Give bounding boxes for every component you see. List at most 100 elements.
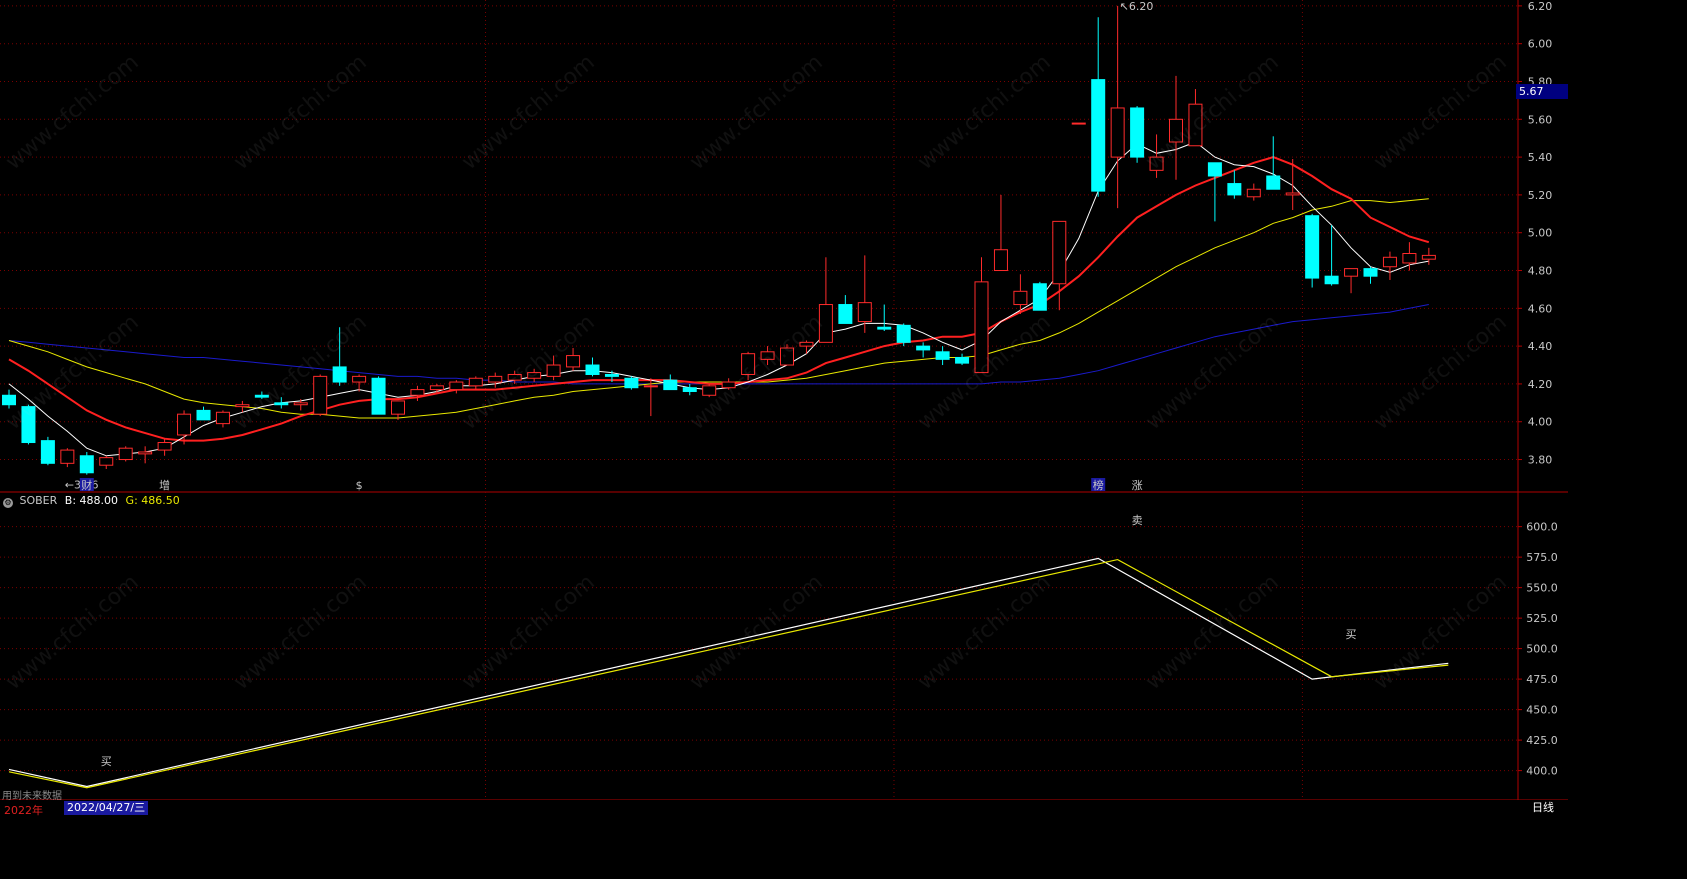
candle-body — [1207, 162, 1222, 177]
cursor-date-label: 2022/04/27/三 — [64, 801, 149, 815]
candle-body — [449, 381, 464, 391]
event-mark: 榜 — [1093, 478, 1104, 492]
event-mark: 财 — [81, 478, 92, 492]
candle-body — [391, 400, 405, 415]
event-mark: $ — [356, 479, 363, 492]
candle-body — [468, 377, 483, 387]
price-tick-label: 6.00 — [1528, 38, 1553, 51]
candle-body — [916, 345, 931, 351]
candle-body — [1032, 283, 1047, 311]
candle-body — [604, 373, 619, 377]
event-mark: 涨 — [1132, 479, 1143, 492]
candle-body — [196, 409, 211, 421]
sober-line-b — [8, 557, 1449, 788]
candle-body — [1013, 290, 1028, 306]
candle-body — [663, 379, 678, 391]
period-selector-button[interactable]: 日线 — [1520, 801, 1566, 815]
price-tick-label: 4.80 — [1528, 265, 1553, 278]
candle-body — [138, 451, 153, 455]
candle-body — [1227, 183, 1242, 196]
event-mark: 增 — [159, 478, 170, 492]
candle-body — [371, 377, 386, 415]
indicator-line-layer — [8, 557, 1449, 789]
candle-body — [566, 355, 581, 368]
indicator-tick-label: 450.0 — [1526, 704, 1558, 717]
candle-body — [643, 385, 658, 388]
candle-body — [896, 324, 911, 343]
indicator-tick-label: 425.0 — [1526, 734, 1558, 747]
current-price-tag: 5.67 — [1516, 84, 1568, 99]
candle-body — [1305, 215, 1320, 279]
indicator-g-label: G: — [125, 494, 138, 507]
price-tick-label: 5.60 — [1528, 113, 1553, 126]
candle-body — [1285, 192, 1300, 196]
candle-body — [877, 326, 892, 330]
candle-body — [935, 351, 950, 360]
candle-body — [1402, 253, 1417, 264]
candle-body — [177, 413, 192, 436]
candle-body — [1324, 275, 1339, 285]
year-label: 2022年 — [4, 804, 43, 817]
candle-body — [1382, 256, 1397, 268]
indicator-g-value: 486.50 — [141, 494, 180, 507]
buy-signal: 买 — [101, 755, 112, 768]
indicator-header[interactable]: ⚙ SOBER B: 488.00 G: 486.50 — [3, 494, 180, 508]
indicator-b-label: B: — [64, 494, 77, 507]
candle-body — [1246, 188, 1261, 198]
price-tick-label: 4.20 — [1528, 378, 1553, 391]
candle-body — [40, 440, 55, 464]
indicator-tick-label: 525.0 — [1526, 612, 1558, 625]
price-tick-label: 6.20 — [1528, 0, 1553, 13]
candle-body — [1071, 122, 1086, 125]
price-tick-label: 4.40 — [1528, 340, 1553, 353]
candle-body — [838, 304, 853, 324]
price-tick-label: 5.40 — [1528, 151, 1553, 164]
indicator-settings-icon[interactable]: ⚙ — [3, 498, 13, 508]
candle-body — [955, 356, 970, 364]
candle-body — [410, 389, 425, 396]
indicator-tick-label: 550.0 — [1526, 582, 1558, 595]
candle-body — [993, 249, 1008, 272]
candle-body — [313, 375, 328, 415]
price-tick-label: 3.80 — [1528, 454, 1553, 467]
time-axis-bar — [0, 800, 1568, 817]
candle-body — [429, 385, 444, 391]
chart-canvas: 3.80 4.00 4.20 4.40 4.60 4.80 5.00 5.20 5.40 5.60… — [0, 0, 1568, 817]
candle-body — [1130, 107, 1145, 158]
candle-body — [1421, 254, 1436, 260]
candle-body — [624, 377, 639, 389]
candle-body — [1091, 79, 1106, 192]
candle-body — [585, 364, 600, 375]
price-tick-label: 4.60 — [1528, 302, 1553, 315]
indicator-tick-label: 575.0 — [1526, 551, 1558, 564]
candle-body — [215, 411, 230, 425]
indicator-tick-label: 475.0 — [1526, 673, 1558, 686]
candle-body — [60, 449, 75, 464]
indicator-name: SOBER — [19, 494, 58, 507]
candle-body — [1266, 175, 1281, 190]
candle-body — [857, 302, 872, 323]
candle-body — [682, 387, 697, 392]
buy-signal: 买 — [1346, 628, 1357, 641]
candle-body — [1344, 268, 1359, 277]
candle-body — [293, 402, 308, 406]
high-price-annotation: ↖6.20 — [1120, 0, 1154, 13]
indicator-b-value: 488.00 — [79, 494, 119, 507]
sober-line-g — [8, 558, 1449, 789]
indicator-tick-label: 600.0 — [1526, 521, 1558, 534]
candle-body — [157, 442, 172, 451]
grid-layer — [0, 0, 1568, 817]
candle-body — [2, 394, 16, 406]
candle-body — [1363, 268, 1378, 277]
candle-body — [332, 366, 347, 383]
indicator-tick-label: 400.0 — [1526, 765, 1558, 778]
candle-body — [1052, 220, 1067, 285]
candle-body — [79, 455, 94, 474]
price-tick-label: 5.00 — [1528, 227, 1553, 240]
price-tick-label: 5.20 — [1528, 189, 1553, 202]
candle-body — [118, 447, 133, 461]
indicator-tick-label: 500.0 — [1526, 643, 1558, 656]
candle-body — [1110, 107, 1125, 158]
sell-signal: 卖 — [1132, 514, 1143, 527]
candle-body — [99, 457, 114, 466]
